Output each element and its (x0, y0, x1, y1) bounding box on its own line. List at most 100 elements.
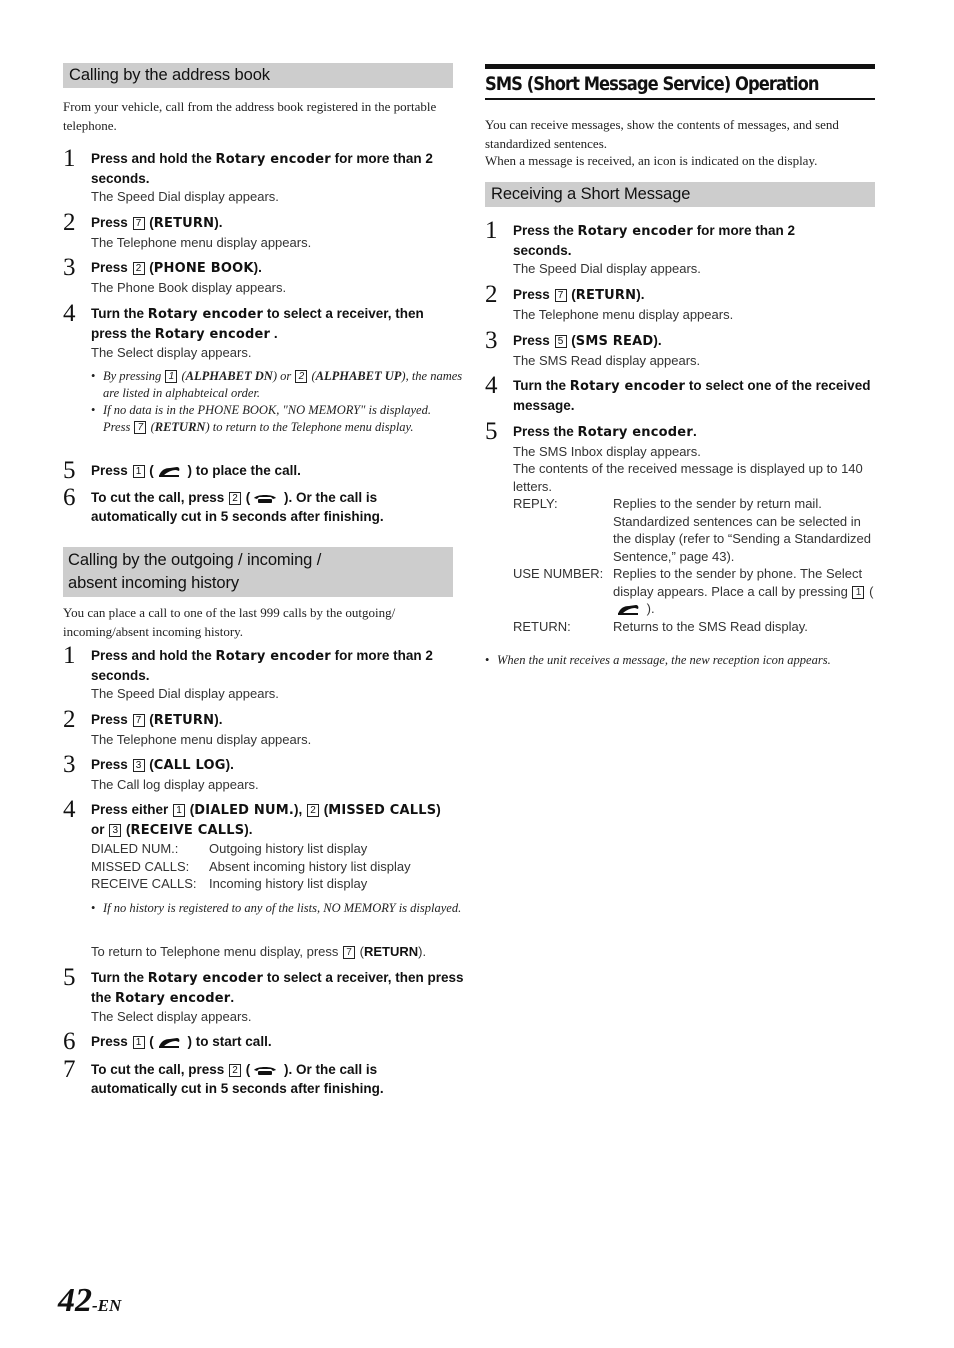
definition-row: USE NUMBER: Replies to the sender by phon… (513, 566, 874, 616)
step-number: 3 (63, 751, 76, 778)
step-number: 7 (63, 1056, 76, 1083)
chapter-intro-2: When a message is received, an icon is i… (485, 153, 818, 168)
step-number: 2 (63, 706, 76, 733)
step-result: The Select display appears. (91, 1009, 252, 1024)
note-item: If no data is in the PHONE BOOK, "NO MEM… (91, 402, 471, 436)
step-number: 6 (63, 1028, 76, 1055)
step-result: The Speed Dial display appears. (91, 189, 279, 204)
phone-onhook-icon (254, 1067, 277, 1075)
step-instruction: Press the Rotary encoder. (513, 424, 697, 440)
step-4: 4 Turn the Rotary encoder to select a re… (63, 301, 453, 362)
step-3: 3 Press 3 (CALL LOG). The Call log displ… (63, 752, 453, 793)
step-3: 3 Press 2 (PHONE BOOK). The Phone Book d… (63, 255, 453, 296)
notes-list: When the unit receives a message, the ne… (469, 652, 885, 669)
return-instruction: To return to Telephone menu display, pre… (91, 944, 427, 959)
step-result: The SMS Inbox display appears. (513, 443, 701, 459)
phone-offhook-icon (618, 605, 639, 615)
definition-row: DIALED NUM.: Outgoing history list displa… (91, 841, 368, 856)
section-heading: Receiving a Short Message (485, 182, 875, 207)
step-instruction: Press 7 (RETURN). (91, 215, 223, 231)
section-call-history: Calling by the outgoing / incoming / abs… (63, 547, 453, 641)
key-2: 2 (229, 1064, 242, 1077)
step-result: The Speed Dial display appears. (513, 261, 701, 276)
step-instruction: Press and hold the Rotary encoder for mo… (91, 648, 433, 683)
step-2: 2 Press 7 (RETURN). The Telephone menu d… (63, 210, 453, 251)
definition-list: DIALED NUM.: Outgoing history list displa… (91, 840, 453, 893)
step-4: 4 Turn the Rotary encoder to select one … (485, 373, 875, 415)
section-intro: From your vehicle, call from the address… (63, 99, 437, 133)
key-7: 7 (554, 289, 567, 302)
step-1: 1 Press and hold the Rotary encoder for … (63, 643, 453, 703)
key-3: 3 (132, 759, 145, 772)
step-result: The Telephone menu display appears. (91, 731, 312, 747)
step-1: 1 Press the Rotary encoder for more than… (485, 218, 875, 278)
step-instruction: To cut the call, press 2 ( ). Or the cal… (91, 1062, 384, 1096)
key-2: 2 (295, 370, 308, 383)
definition-row: RETURN: Returns to the SMS Read display. (513, 618, 808, 634)
step-instruction: Press 1 ( ) to start call. (91, 1034, 272, 1049)
note-item: By pressing 1 (ALPHABET DN) or 2 (ALPHAB… (91, 368, 471, 402)
notes-list: If no history is registered to any of th… (75, 900, 471, 917)
definition-row: MISSED CALLS: Absent incoming history lis… (91, 858, 411, 874)
step-instruction: Press and hold the Rotary encoder for mo… (91, 151, 433, 186)
definition-row: REPLY: Replies to the sender by return ma… (513, 496, 871, 564)
step-instruction: Press either 1 (DIALED NUM.), 2 (MISSED … (91, 802, 441, 838)
step-number: 5 (63, 457, 76, 484)
step-5: 5 Turn the Rotary encoder to select a re… (63, 965, 483, 1026)
section-address-book: Calling by the address book From your ve… (63, 63, 453, 135)
step-4: 4 Press either 1 (DIALED NUM.), 2 (MISSE… (63, 797, 453, 893)
step-result: The Phone Book display appears. (91, 279, 287, 295)
step-result-detail: The contents of the received message is … (513, 461, 863, 494)
note-item: When the unit receives a message, the ne… (485, 652, 885, 669)
key-1: 1 (852, 585, 865, 599)
step-number: 2 (485, 281, 498, 308)
step-number: 4 (63, 796, 76, 823)
step-instruction: Press 5 (SMS READ). (513, 333, 662, 349)
step-number: 4 (63, 300, 76, 327)
step-instruction: Turn the Rotary encoder to select a rece… (91, 306, 424, 342)
step-number: 5 (63, 964, 76, 991)
step-number: 1 (63, 145, 76, 172)
key-2: 2 (306, 804, 319, 817)
chapter-title-block: SMS (Short Message Service) Operation (485, 64, 875, 100)
step-result: The Call log display appears. (91, 776, 259, 792)
step-6: 6 To cut the call, press 2 ( ). Or the c… (63, 485, 453, 526)
step-2: 2 Press 7 (RETURN). The Telephone menu d… (63, 707, 453, 748)
step-result: The Select display appears. (91, 345, 252, 360)
step-instruction: Press 7 (RETURN). (513, 287, 645, 303)
section-heading: Calling by the address book (63, 63, 453, 88)
step-result: The Telephone menu display appears. (513, 306, 734, 322)
key-1: 1 (132, 1036, 145, 1049)
key-7: 7 (134, 421, 147, 434)
chapter-intro: You can receive messages, show the conte… (485, 117, 839, 151)
key-1: 1 (132, 465, 145, 478)
step-result: The SMS Read display appears. (513, 352, 701, 368)
key-2: 2 (229, 492, 242, 505)
step-instruction: Press 1 ( ) to place the call. (91, 463, 301, 478)
definition-row: RECEIVE CALLS: Incoming history list disp… (91, 876, 368, 891)
step-number: 2 (63, 209, 76, 236)
key-5: 5 (554, 335, 567, 348)
step-instruction: Press 3 (CALL LOG). (91, 757, 234, 773)
step-5: 5 Press the Rotary encoder. The SMS Inbo… (485, 419, 875, 635)
step-1: 1 Press and hold the Rotary encoder for … (63, 146, 453, 206)
section-intro: You can place a call to one of the last … (63, 605, 396, 639)
section-heading: Calling by the outgoing / incoming / abs… (63, 547, 453, 597)
step-3: 3 Press 5 (SMS READ). The SMS Read displ… (485, 328, 875, 369)
step-number: 3 (63, 254, 76, 281)
key-7: 7 (132, 217, 145, 230)
key-1: 1 (165, 370, 178, 383)
chapter-title: SMS (Short Message Service) Operation (485, 73, 819, 95)
key-7: 7 (343, 946, 355, 959)
key-1: 1 (173, 804, 186, 817)
step-6: 6 Press 1 ( ) to start call. (63, 1029, 453, 1055)
step-instruction: Press the Rotary encoder for more than 2… (513, 223, 795, 258)
page-number: 42-EN (58, 1282, 122, 1319)
step-instruction: Press 7 (RETURN). (91, 712, 223, 728)
step-number: 1 (485, 217, 498, 244)
step-5: 5 Press 1 ( ) to place the call. (63, 458, 453, 484)
phone-offhook-icon (158, 467, 180, 477)
key-2: 2 (132, 262, 145, 275)
note-item: If no history is registered to any of th… (91, 900, 471, 917)
key-7: 7 (132, 714, 145, 727)
